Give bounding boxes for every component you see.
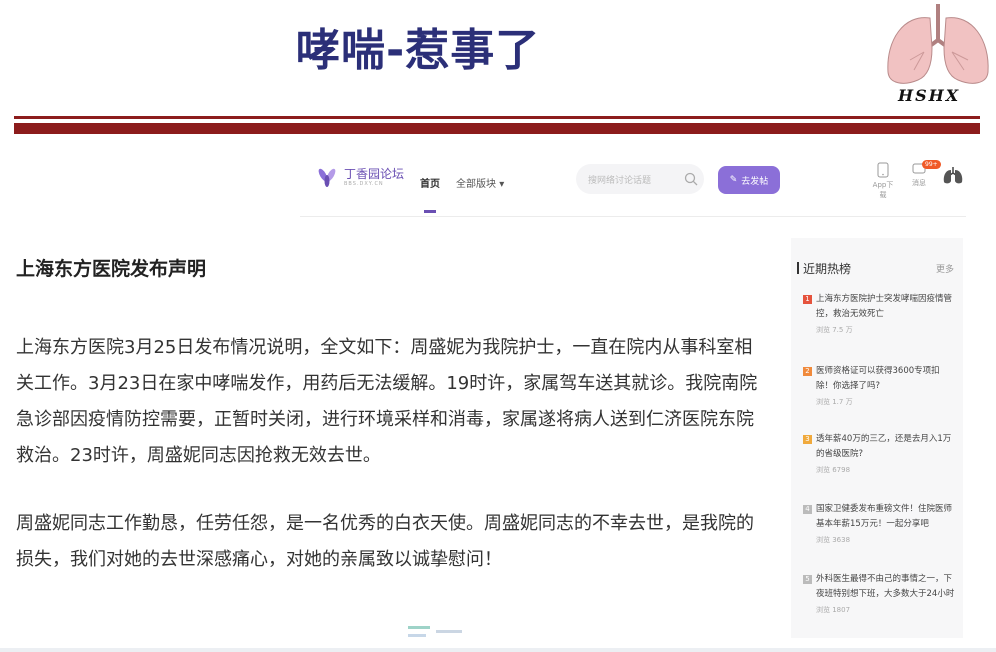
rank-badge: 3 xyxy=(803,435,812,444)
hot-list-item[interactable]: 3 透年薪40万的三乙，还是去月入1万的省级医院? 浏览 6798 xyxy=(803,432,955,475)
share-toolbar-icon xyxy=(408,626,462,637)
hot-list-item[interactable]: 4 国家卫健委发布重磅文件！住院医师基本年薪15万元！一起分享吧 浏览 3638 xyxy=(803,502,955,545)
article-title: 上海东方医院发布声明 xyxy=(16,258,207,280)
site-logo[interactable]: 丁香园论坛 BBS.DXY.CN xyxy=(316,166,404,188)
user-avatar[interactable] xyxy=(942,164,964,186)
app-download-link[interactable]: App下载 xyxy=(870,162,896,200)
flower-logo-icon xyxy=(318,168,336,187)
hot-item-views: 浏览 1807 xyxy=(816,606,851,614)
search-placeholder: 搜网络讨论话题 xyxy=(588,176,652,186)
article-paragraph: 上海东方医院3月25日发布情况说明，全文如下：周盛妮为我院护士，一直在院内从事科… xyxy=(16,337,758,466)
hot-list-panel: 近期热榜 更多 1 上海东方医院护士突发哮喘因疫情管控，救治无效死亡 浏览 7.5… xyxy=(791,238,963,638)
chevron-down-icon: ▾ xyxy=(499,179,505,190)
nav-home-link[interactable]: 首页 xyxy=(420,175,440,190)
hot-list-item[interactable]: 2 医师资格证可以获得3600专项扣除！你选择了吗? 浏览 1.7 万 xyxy=(803,364,955,407)
hot-item-views: 浏览 7.5 万 xyxy=(816,326,853,334)
messages-label: 消息 xyxy=(912,179,926,187)
search-input[interactable]: 搜网络讨论话题 xyxy=(576,164,704,194)
site-nav: 丁香园论坛 BBS.DXY.CN 首页 全部版块 ▾ 搜网络讨论话题 ✎ 去发帖… xyxy=(300,150,966,217)
search-icon[interactable] xyxy=(684,172,698,186)
nav-active-indicator xyxy=(424,210,436,213)
edit-icon: ✎ xyxy=(729,175,738,185)
hot-item-title: 透年薪40万的三乙，还是去月入1万的省级医院? xyxy=(816,434,952,459)
hot-item-views: 浏览 1.7 万 xyxy=(816,398,853,406)
brand-name: 丁香园论坛 xyxy=(344,166,405,181)
create-post-label: 去发帖 xyxy=(741,176,769,187)
header-rule-thin xyxy=(14,116,980,119)
nav-all-label: 全部版块 xyxy=(456,179,496,190)
hot-list-item[interactable]: 1 上海东方医院护士突发哮喘因疫情管控，救治无效死亡 浏览 7.5 万 xyxy=(803,292,955,335)
header-rule-thick xyxy=(14,123,980,134)
messages-link[interactable]: 99+ 消息 xyxy=(906,160,941,188)
hot-item-views: 浏览 6798 xyxy=(816,466,851,474)
create-post-button[interactable]: ✎ 去发帖 xyxy=(718,166,780,194)
brand-url: BBS.DXY.CN xyxy=(344,180,384,187)
bottom-scroll-edge xyxy=(0,648,996,652)
hot-item-title: 国家卫健委发布重磅文件！住院医师基本年薪15万元！一起分享吧 xyxy=(816,504,953,529)
hot-item-views: 浏览 3638 xyxy=(816,536,851,544)
hot-item-title: 医师资格证可以获得3600专项扣除！你选择了吗? xyxy=(816,366,940,391)
rank-badge: 4 xyxy=(803,505,812,514)
rank-badge: 2 xyxy=(803,367,812,376)
slide-title: 哮喘-惹事了 xyxy=(296,25,541,76)
app-download-label: App下载 xyxy=(872,181,894,199)
phone-icon xyxy=(877,162,889,178)
hot-item-title: 上海东方医院护士突发哮喘因疫情管控，救治无效死亡 xyxy=(816,294,953,319)
message-count-badge: 99+ xyxy=(922,160,941,169)
hot-list-item[interactable]: 5 外科医生最得不由己的事情之一，下夜班特别想下班，大多数大于24小时 浏览 18… xyxy=(803,572,955,615)
hot-list-heading: 近期热榜 xyxy=(796,262,852,276)
rank-badge: 5 xyxy=(803,575,812,584)
rank-badge: 1 xyxy=(803,295,812,304)
hot-item-title: 外科医生最得不由己的事情之一，下夜班特别想下班，大多数大于24小时 xyxy=(816,574,955,599)
hot-list-more-link[interactable]: 更多 xyxy=(936,262,954,275)
nav-all-sections-dropdown[interactable]: 全部版块 ▾ xyxy=(456,175,504,190)
article-paragraph: 周盛妮同志工作勤恳，任劳任怨，是一名优秀的白衣天使。周盛妮同志的不幸去世，是我院… xyxy=(16,513,754,570)
logo-text: HSHX xyxy=(898,86,961,105)
